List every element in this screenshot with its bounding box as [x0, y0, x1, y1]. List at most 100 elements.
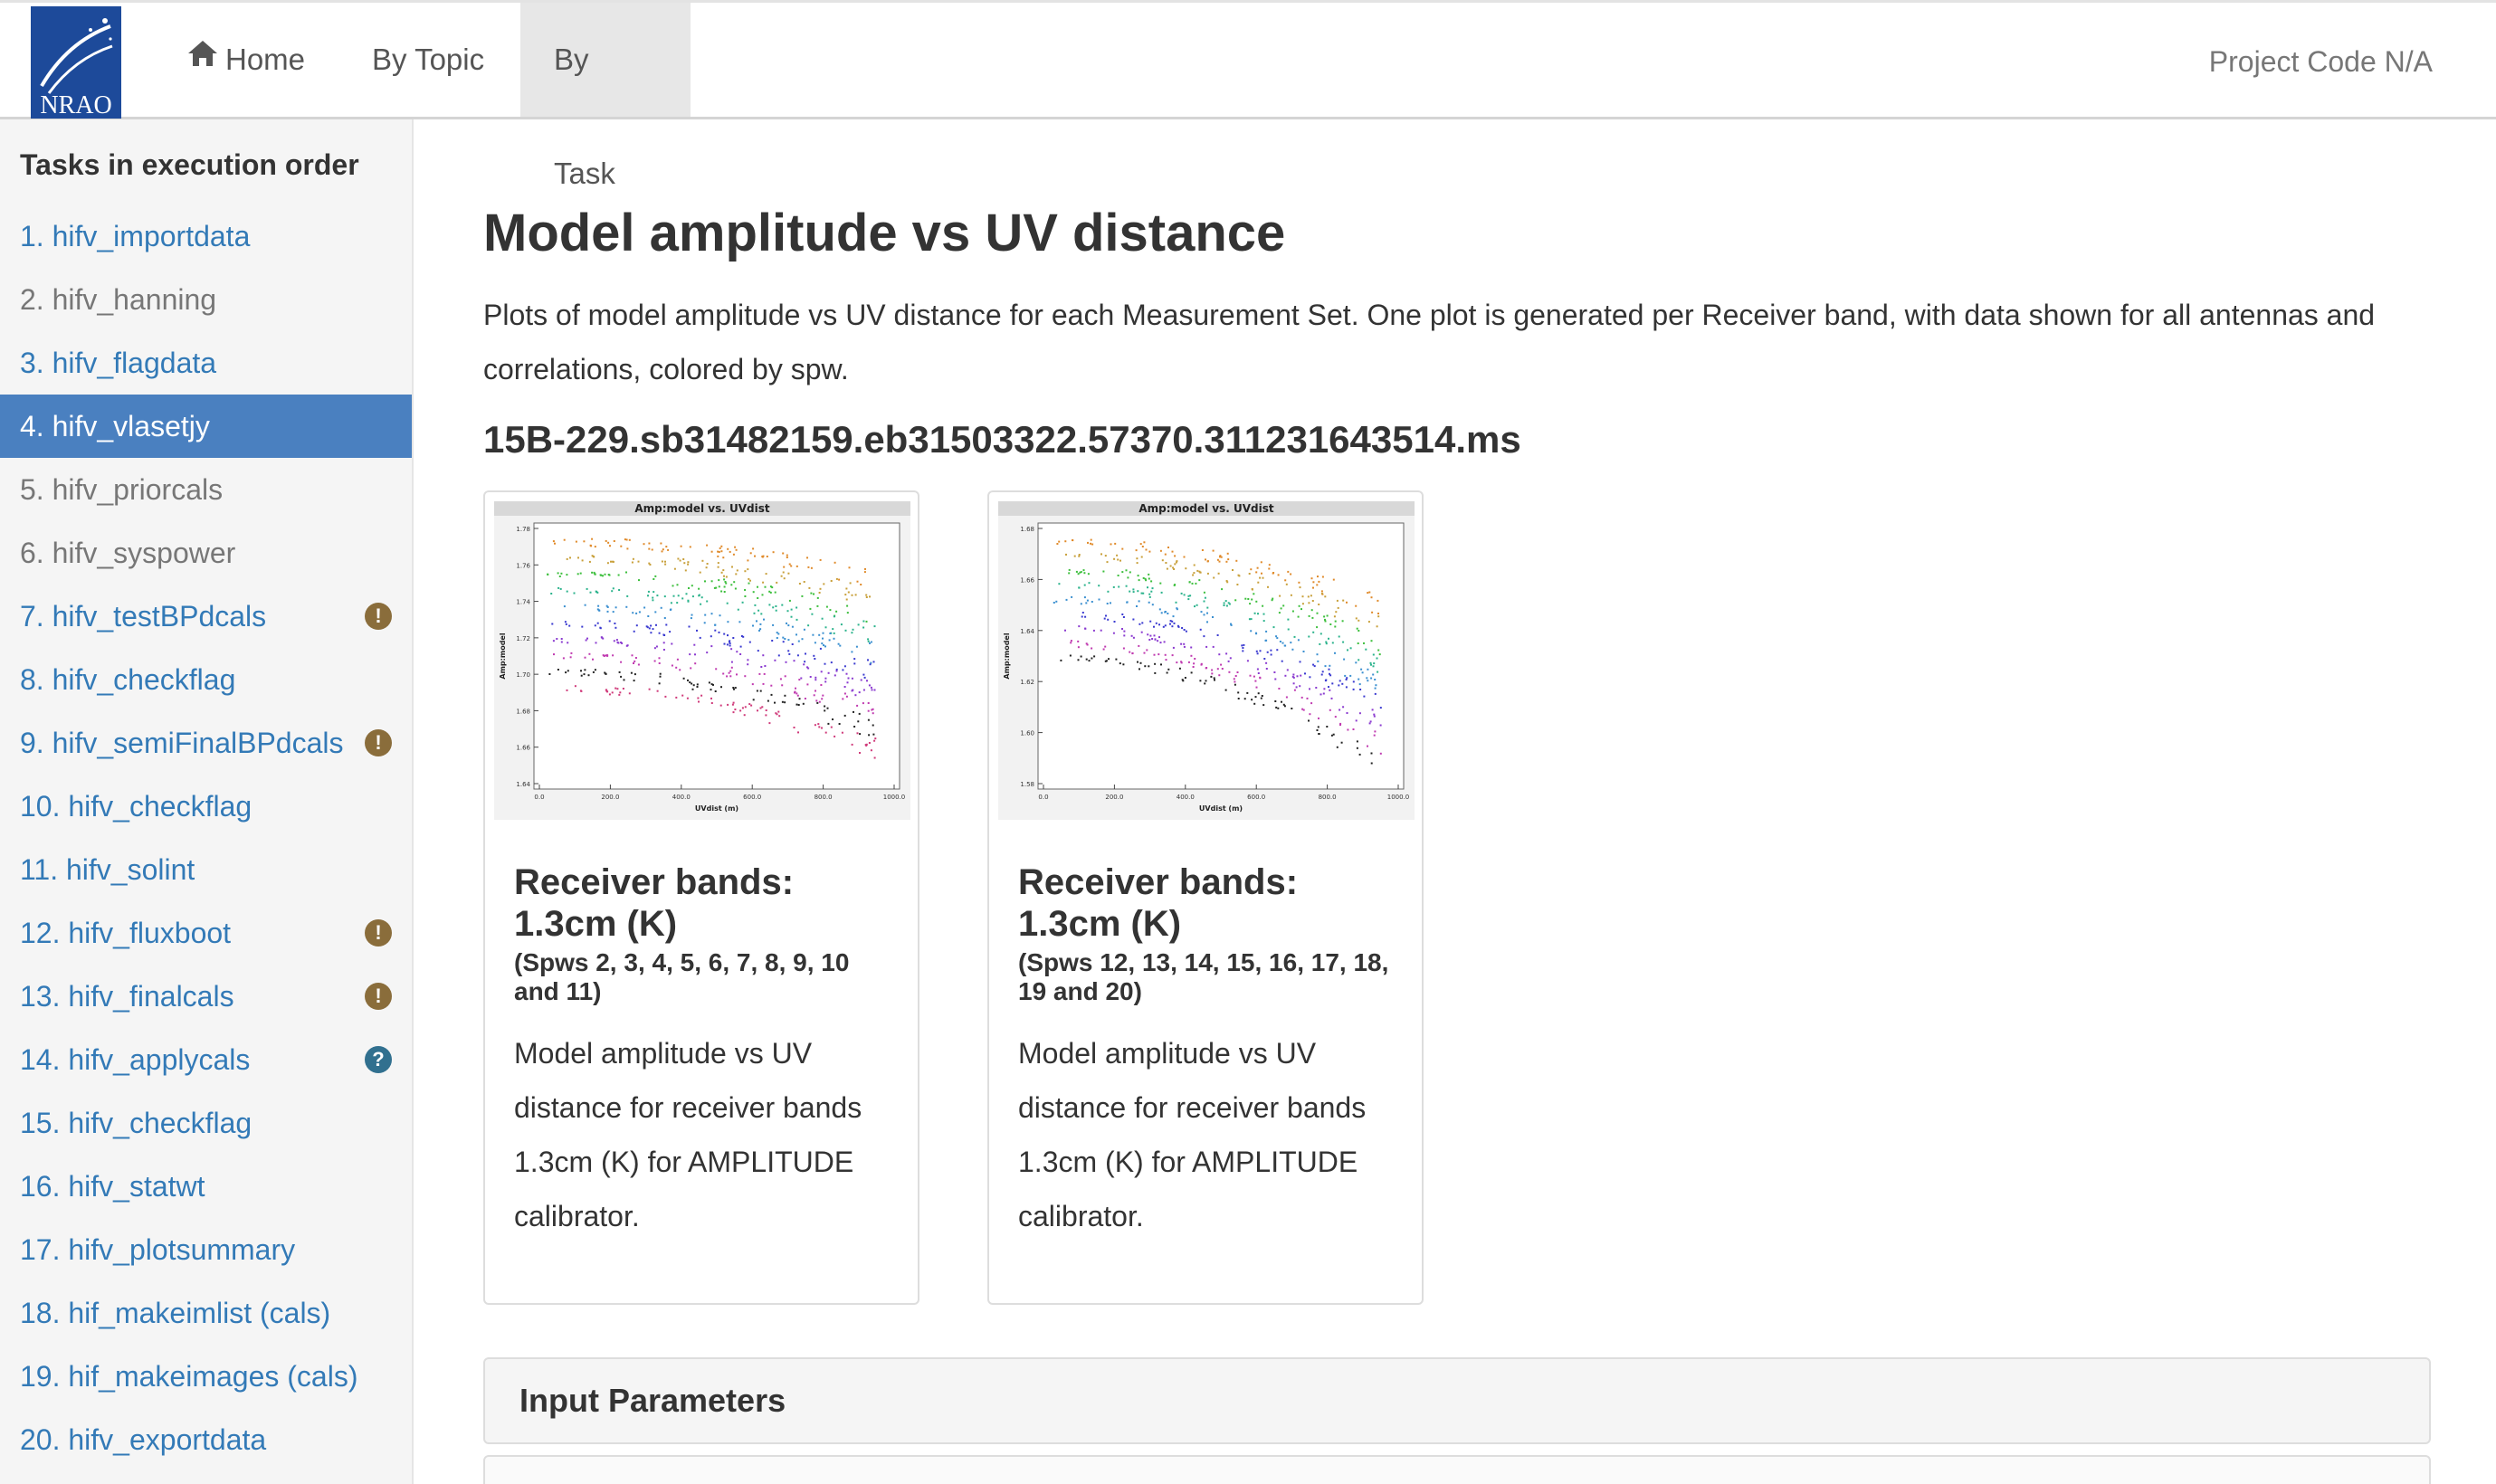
plot-point — [1309, 688, 1310, 690]
sidebar-task-item[interactable]: 20. hifv_exportdata — [0, 1408, 412, 1471]
sidebar-task-item[interactable]: 8. hifv_checkflag — [0, 648, 412, 711]
plot-point — [580, 674, 583, 677]
sidebar-task-item[interactable]: 6. hifv_syspower — [0, 521, 412, 585]
plot-point — [1115, 658, 1118, 661]
plot-point — [577, 556, 579, 559]
sidebar-task-item[interactable]: 13. hifv_finalcals! — [0, 965, 412, 1028]
sidebar-task-item[interactable]: 1. hifv_importdata — [0, 205, 412, 268]
sidebar-task-item[interactable]: 18. hif_makeimlist (cals) — [0, 1281, 412, 1345]
plot-point — [575, 540, 577, 543]
plot-point — [783, 577, 786, 580]
plot-point — [1346, 601, 1348, 604]
plot-card[interactable]: Amp:model vs. UVdist 1.78 1.76 1.74 1.72 1.70… — [483, 490, 919, 1305]
plot-point — [857, 720, 860, 723]
sidebar-task-label: 14. hifv_applycals — [20, 1043, 251, 1076]
plot-point — [1241, 644, 1243, 647]
plot-point — [775, 605, 777, 607]
plot-point — [557, 572, 559, 575]
plot-point — [1321, 576, 1324, 578]
plot-point — [727, 703, 729, 706]
sidebar-task-item[interactable]: 7. hifv_testBPdcals! — [0, 585, 412, 648]
plot-point — [1263, 658, 1266, 660]
sidebar-task-item[interactable]: 12. hifv_fluxboot! — [0, 901, 412, 965]
plot-point — [779, 678, 782, 680]
plot-point — [756, 620, 757, 623]
plot-point — [764, 665, 767, 667]
plot-point — [1148, 595, 1151, 598]
plot-point — [786, 554, 788, 556]
plot-point — [777, 710, 780, 713]
plot-point — [858, 712, 861, 715]
plot-point — [1328, 668, 1330, 671]
nav-by-task[interactable]: By Task — [520, 3, 691, 190]
sidebar-task-item[interactable]: 5. hifv_priorcals — [0, 458, 412, 521]
sidebar-task-item[interactable]: 19. hif_makeimages (cals) — [0, 1345, 412, 1408]
plot-point — [862, 673, 865, 676]
plot-point — [819, 587, 822, 590]
plot-point — [729, 675, 732, 678]
x-axis-label: UVdist (m) — [1199, 804, 1243, 813]
plot-point — [769, 591, 772, 594]
plot-point — [591, 571, 594, 574]
plot-point — [1153, 653, 1156, 656]
nav-home[interactable]: Home — [154, 3, 338, 117]
plot-point — [1228, 603, 1231, 605]
plot-point — [1308, 719, 1310, 722]
plot-point — [620, 661, 623, 663]
plot-point — [1086, 599, 1089, 602]
plot-point — [1125, 585, 1128, 587]
sidebar-task-item[interactable]: 14. hifv_applycals? — [0, 1028, 412, 1091]
sidebar-task-item[interactable]: 17. hifv_plotsummary — [0, 1218, 412, 1281]
sidebar-task-item[interactable]: 4. hifv_vlasetjy — [0, 395, 412, 458]
plot-point — [556, 638, 558, 640]
plot-point — [648, 562, 651, 565]
plot-card[interactable]: Amp:model vs. UVdist 1.68 1.66 1.64 1.62 1.60… — [987, 490, 1424, 1305]
plot-point — [833, 632, 835, 634]
plot-point — [659, 672, 662, 675]
plot-point — [625, 571, 627, 574]
plot-point — [795, 703, 798, 706]
nav-by-topic[interactable]: By Topic — [338, 3, 518, 117]
plot-point — [736, 651, 738, 653]
plot-point — [1311, 616, 1314, 619]
plot-point — [1149, 620, 1152, 623]
plot-point — [1136, 557, 1138, 560]
sidebar-task-item[interactable]: 9. hifv_semiFinalBPdcals! — [0, 711, 412, 775]
plot-thumbnail[interactable]: Amp:model vs. UVdist 1.78 1.76 1.74 1.72 1.70… — [494, 501, 910, 820]
sidebar-task-item[interactable]: 11. hifv_solint — [0, 838, 412, 901]
plot-point — [1310, 577, 1313, 580]
plot-point — [845, 587, 848, 590]
plot-point — [842, 698, 844, 700]
plot-point — [782, 641, 785, 643]
sidebar-task-item[interactable]: 21. hifv_restoredata — [0, 1471, 412, 1484]
plot-point — [1329, 664, 1331, 667]
plot-point — [1226, 581, 1229, 584]
sidebar-task-item[interactable]: 16. hifv_statwt — [0, 1155, 412, 1218]
nrao-logo[interactable]: NRAO — [31, 6, 121, 119]
plot-point — [851, 594, 853, 596]
plot-point — [1126, 601, 1129, 604]
sidebar-task-item[interactable]: 10. hifv_checkflag — [0, 775, 412, 838]
sidebar-task-item[interactable]: 15. hifv_checkflag — [0, 1091, 412, 1155]
plot-point — [600, 574, 603, 576]
x-tick-label: 0.0 — [1038, 794, 1048, 801]
plot-point — [704, 614, 707, 616]
plot-point — [662, 548, 664, 551]
plot-point — [1298, 604, 1300, 607]
plot-point — [1053, 602, 1055, 604]
plot-point — [859, 733, 862, 736]
plot-point — [733, 688, 735, 690]
plot-point — [1235, 559, 1238, 562]
plot-point — [703, 622, 706, 624]
plot-point — [1306, 697, 1309, 699]
sidebar-task-item[interactable]: 3. hifv_flagdata — [0, 331, 412, 395]
sidebar-task-item[interactable]: 2. hifv_hanning — [0, 268, 412, 331]
warning-icon: ! — [365, 603, 392, 630]
input-parameters-panel[interactable]: Input Parameters — [483, 1357, 2431, 1444]
plot-point — [1200, 611, 1203, 614]
plot-point — [1058, 540, 1061, 543]
plot-point — [1257, 672, 1260, 674]
plot-thumbnail[interactable]: Amp:model vs. UVdist 1.68 1.66 1.64 1.62 1.60… — [998, 501, 1415, 820]
plot-point — [1355, 661, 1358, 664]
plot-point — [815, 699, 818, 702]
